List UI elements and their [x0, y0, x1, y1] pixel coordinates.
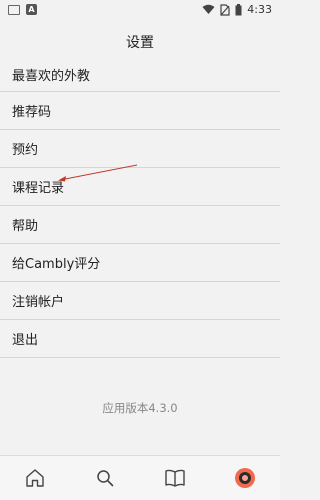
clock: 4:33: [247, 3, 272, 16]
battery-icon: [235, 3, 242, 15]
menu-item-referral-code[interactable]: 推荐码: [0, 92, 280, 130]
tab-library[interactable]: [157, 460, 193, 496]
no-sim-icon: [220, 3, 230, 16]
menu-item-lesson-history[interactable]: 课程记录: [0, 168, 280, 206]
home-icon: [26, 469, 44, 487]
menu-item-label: 注销帐户: [12, 295, 65, 310]
menu-item-label: 退出: [12, 333, 39, 348]
menu-item-label: 给Cambly评分: [12, 257, 101, 272]
menu-item-rate-cambly[interactable]: 给Cambly评分: [0, 244, 280, 282]
wifi-icon: [202, 4, 215, 14]
status-bar-left: A: [8, 4, 37, 15]
tab-search[interactable]: [87, 460, 123, 496]
settings-menu: 最喜欢的外教 推荐码 预约 课程记录 帮助 给Cambly评分 注销帐户 退出: [0, 58, 280, 358]
menu-item-help[interactable]: 帮助: [0, 206, 280, 244]
status-bar-right: 4:33: [202, 3, 272, 16]
menu-item-label: 推荐码: [12, 105, 52, 120]
app-notification-icon: A: [26, 4, 37, 15]
menu-item-logout[interactable]: 退出: [0, 320, 280, 358]
profile-icon: [235, 468, 255, 488]
menu-item-label: 预约: [12, 143, 39, 158]
tab-profile[interactable]: [227, 460, 263, 496]
tab-home[interactable]: [17, 460, 53, 496]
status-bar: A 4:33: [0, 0, 280, 20]
menu-item-reservations[interactable]: 预约: [0, 130, 280, 168]
search-icon: [97, 470, 114, 487]
menu-item-favorite-tutors[interactable]: 最喜欢的外教: [0, 58, 280, 92]
menu-item-label: 帮助: [12, 219, 39, 234]
menu-item-delete-account[interactable]: 注销帐户: [0, 282, 280, 320]
notification-icon: [8, 4, 20, 15]
bottom-tab-bar: [0, 455, 280, 500]
book-icon: [165, 469, 185, 487]
menu-item-label: 最喜欢的外教: [12, 69, 91, 84]
menu-item-label: 课程记录: [12, 181, 65, 196]
app-version: 应用版本4.3.0: [102, 401, 178, 415]
